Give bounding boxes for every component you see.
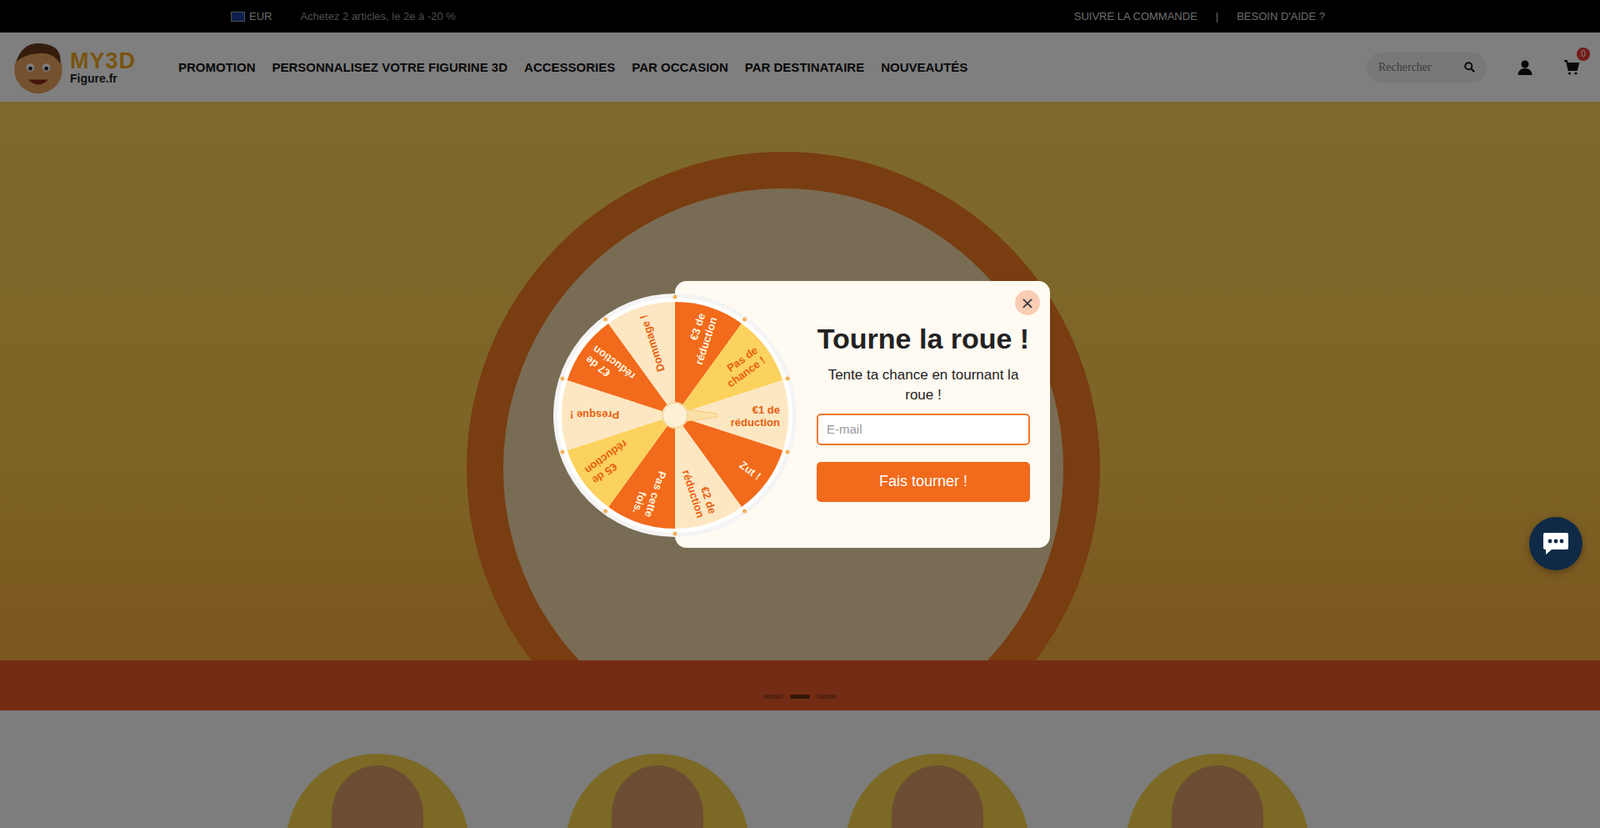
prize-wheel: €3 deréductionPas dechance ! €1 deréducti…: [550, 290, 800, 540]
svg-text:Dommage !: Dommage !: [636, 313, 667, 374]
wheel-segment: €2 deréduction: [675, 415, 742, 529]
close-button[interactable]: ×: [1015, 290, 1040, 315]
popup-subtitle: Tente ta chance en tournant la roue !: [827, 365, 1020, 405]
svg-text:€3 deréduction: €3 deréduction: [680, 311, 720, 367]
svg-text:Zut !: Zut !: [736, 458, 764, 483]
spin-button[interactable]: Fais tourner !: [816, 461, 1030, 502]
svg-text:€5 deréduction: €5 deréduction: [582, 437, 638, 487]
svg-text:€2 deréduction: €2 deréduction: [680, 464, 720, 520]
chat-button[interactable]: [1529, 516, 1583, 570]
svg-text:Presque !: Presque !: [570, 408, 620, 421]
spin-wheel-popup: €3 deréductionPas dechance ! €1 deréducti…: [675, 280, 1050, 548]
page: EURAchetez 2 articles, le 2e à -20 %SUIV…: [0, 0, 1600, 828]
email-input[interactable]: [816, 413, 1030, 445]
popup-title: Tourne la roue !: [817, 322, 1030, 355]
svg-text:Pas dechance !: Pas dechance !: [717, 343, 768, 390]
wheel-segment: Dommage !: [608, 301, 675, 415]
svg-text:€1 deréduction: €1 deréduction: [730, 403, 780, 429]
chat-icon: [1541, 530, 1570, 556]
svg-text:Pas cettefois.: Pas cettefois.: [630, 465, 669, 520]
